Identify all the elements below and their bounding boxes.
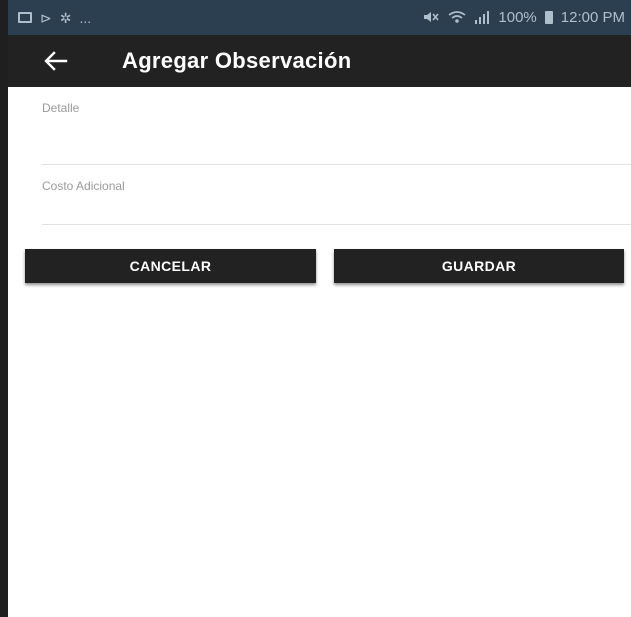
cancel-button[interactable]: CANCELAR [25, 249, 316, 283]
battery-icon [544, 11, 553, 24]
screen: ⊳ ✲ ... 100% 12:00 PM Agregar Observació… [0, 0, 631, 617]
signal-icon [474, 10, 490, 26]
battery-percent: 100% [498, 9, 537, 26]
more-notifications: ... [79, 9, 92, 26]
costo-adicional-label: Costo Adicional [42, 179, 125, 193]
costo-adicional-input[interactable] [42, 193, 631, 221]
image-icon [18, 12, 32, 23]
page-title: Agregar Observación [122, 48, 352, 73]
detalle-input[interactable] [42, 115, 631, 143]
device-edge [0, 0, 8, 617]
brightness-icon: ✲ [59, 9, 72, 26]
costo-adicional-field[interactable]: Costo Adicional [42, 166, 631, 225]
app-window: ⊳ ✲ ... 100% 12:00 PM Agregar Observació… [8, 0, 631, 617]
detalle-field[interactable]: Detalle [42, 88, 631, 165]
mute-icon [422, 10, 440, 26]
status-left-icons: ⊳ ✲ ... [18, 11, 91, 25]
app-toolbar: Agregar Observación [8, 35, 631, 87]
back-button[interactable] [26, 35, 86, 87]
save-button[interactable]: GUARDAR [334, 249, 624, 283]
clock: 12:00 PM [560, 9, 625, 26]
wifi-icon [448, 10, 466, 26]
arrow-back-icon [44, 51, 68, 71]
detalle-label: Detalle [42, 101, 80, 115]
status-bar: ⊳ ✲ ... 100% 12:00 PM [8, 0, 631, 35]
send-icon: ⊳ [40, 9, 52, 26]
status-right-icons: 100% 12:00 PM [422, 9, 625, 26]
